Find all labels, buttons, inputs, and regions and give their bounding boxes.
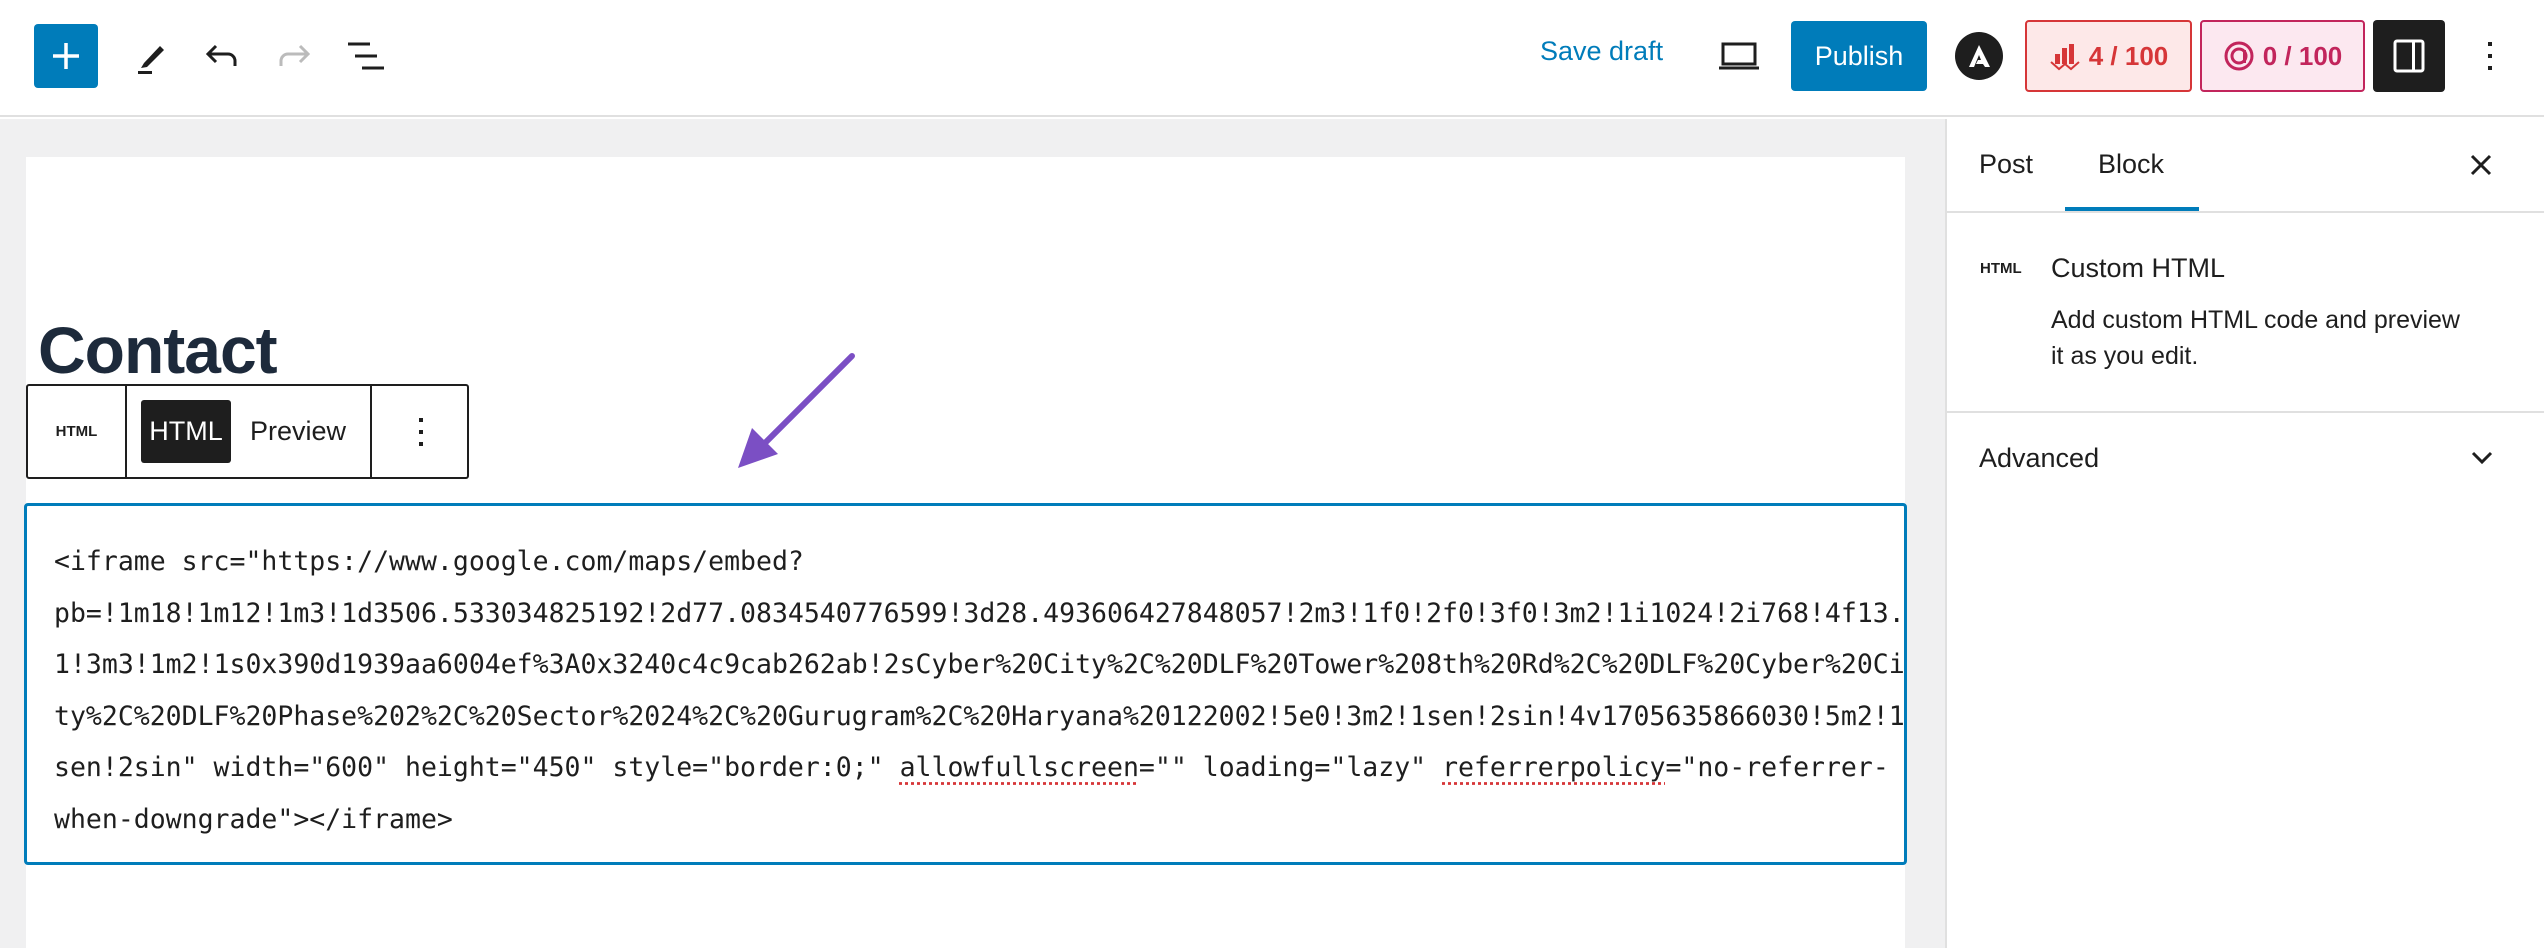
settings-sidebar-toggle[interactable] — [2373, 20, 2445, 92]
undo-icon — [202, 36, 242, 76]
sidebar-toggle-icon — [2391, 38, 2427, 74]
tab-preview[interactable]: Preview — [238, 400, 358, 463]
block-description: Add custom HTML code and preview it as yo… — [2051, 302, 2460, 374]
close-sidebar-button[interactable] — [2461, 145, 2501, 185]
ai-score-badge[interactable]: 0 / 100 — [2200, 20, 2365, 92]
code-text: <iframe src="https://www.google.com/maps… — [54, 536, 1905, 846]
html-code-editor[interactable]: <iframe src="https://www.google.com/maps… — [24, 503, 1907, 865]
top-toolbar: Save draft Publish 4 / 100 0 / 100 — [0, 0, 2544, 117]
advanced-panel-toggle[interactable]: Advanced — [1947, 415, 2544, 505]
settings-sidebar: Post Block HTML Custom HTML Add custom H… — [1945, 119, 2544, 948]
pencil-icon — [130, 36, 170, 76]
save-draft-button[interactable]: Save draft — [1540, 36, 1663, 67]
divider — [1947, 411, 2544, 413]
seo-score: 4 / 100 — [2089, 41, 2169, 72]
divider — [125, 386, 127, 477]
redo-button[interactable] — [272, 34, 316, 78]
astra-settings-button[interactable] — [1955, 32, 2003, 80]
advanced-label: Advanced — [1979, 443, 2099, 474]
laptop-preview-icon — [1718, 41, 1760, 71]
ai-score: 0 / 100 — [2263, 41, 2343, 72]
html-block-icon: HTML — [1980, 260, 2022, 277]
chevron-down-icon — [2471, 451, 2493, 465]
redo-icon — [274, 36, 314, 76]
post-title[interactable]: Contact — [38, 312, 277, 388]
ai-icon — [2223, 40, 2255, 72]
block-toolbar: HTML HTML Preview — [26, 384, 469, 479]
astra-logo-icon — [1966, 43, 1992, 69]
close-icon — [2470, 154, 2492, 176]
preview-button[interactable] — [1715, 34, 1763, 78]
block-type-button[interactable]: HTML — [28, 386, 125, 477]
annotation-arrow — [720, 340, 870, 480]
publish-button[interactable]: Publish — [1791, 21, 1927, 91]
divider — [1947, 211, 2544, 213]
list-view-button[interactable] — [343, 34, 387, 78]
tab-post[interactable]: Post — [1979, 149, 2033, 180]
plus-icon — [50, 40, 82, 72]
block-options-button[interactable] — [372, 386, 469, 477]
seo-score-badge[interactable]: 4 / 100 — [2025, 20, 2192, 92]
options-button[interactable] — [2470, 34, 2510, 78]
list-view-icon — [345, 36, 385, 76]
block-name: Custom HTML — [2051, 253, 2225, 284]
tools-button[interactable] — [128, 34, 172, 78]
more-vertical-icon — [416, 416, 426, 448]
tab-html[interactable]: HTML — [141, 400, 231, 463]
html-block-icon: HTML — [56, 423, 98, 440]
add-block-button[interactable] — [34, 24, 98, 88]
tab-block[interactable]: Block — [2098, 149, 2164, 180]
undo-button[interactable] — [200, 34, 244, 78]
seo-chart-icon — [2049, 40, 2081, 72]
more-vertical-icon — [2485, 40, 2495, 72]
